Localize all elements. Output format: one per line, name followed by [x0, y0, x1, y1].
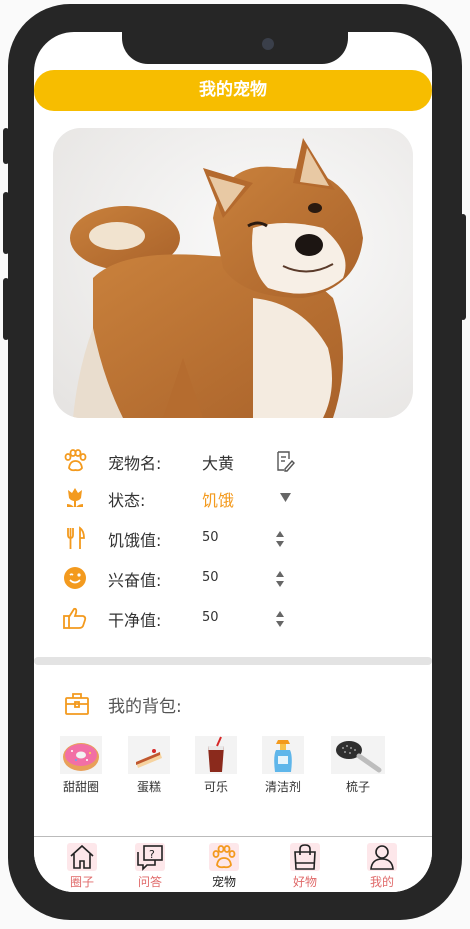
bag-item-label: 蛋糕: [136, 780, 161, 794]
home-icon: [70, 844, 94, 869]
shopping-bag-icon: [294, 844, 316, 870]
excite-row: 兴奋值: 50: [34, 563, 432, 593]
pet-name-label: 宠物名:: [108, 454, 162, 473]
status-label: 状态:: [108, 491, 146, 510]
bag-item-donut[interactable]: 甜甜圈: [51, 736, 111, 795]
page-title: 我的宠物: [34, 70, 432, 111]
status-value[interactable]: 饥饿: [202, 487, 234, 511]
status-row: 状态: 饥饿: [34, 483, 432, 513]
power-button: [460, 214, 466, 320]
bottom-tab-bar: 圈子 ? 问答 宠物 好物 我的: [34, 836, 432, 892]
paw-icon: [64, 449, 87, 472]
bag-item-label: 梳子: [345, 780, 370, 794]
spray-bottle-icon: [274, 740, 292, 772]
tab-label: 问答: [137, 875, 162, 889]
fork-knife-icon: [67, 526, 85, 549]
dropdown-arrow-icon[interactable]: [280, 493, 291, 502]
tab-mine[interactable]: 我的: [364, 843, 400, 890]
phone-notch: [122, 28, 348, 64]
mute-switch: [3, 128, 9, 164]
hunger-label: 饥饿值:: [108, 531, 162, 550]
thumbs-up-icon: [63, 607, 87, 629]
user-icon: [370, 845, 394, 870]
edit-icon[interactable]: [275, 450, 295, 472]
shiba-dog-image: [53, 128, 413, 418]
paw-icon: [212, 845, 236, 869]
tab-circle[interactable]: 圈子: [64, 843, 100, 890]
camera-icon: [262, 38, 274, 50]
qa-icon: ?: [137, 845, 163, 871]
bag-item-label: 可乐: [203, 780, 228, 794]
clean-stepper-icon[interactable]: [274, 610, 286, 628]
pet-photo: [53, 128, 413, 418]
tab-goods[interactable]: 好物: [287, 843, 323, 890]
tab-label: 宠物: [211, 875, 236, 889]
bag-item-cake[interactable]: 蛋糕: [119, 736, 179, 795]
wink-face-icon: [64, 567, 86, 589]
hunger-value-input[interactable]: 50: [202, 530, 219, 545]
clean-value-input[interactable]: 50: [202, 610, 219, 625]
comb-brush-icon: [336, 741, 382, 773]
cake-icon: [136, 749, 162, 768]
bag-item-label: 甜甜圈: [62, 780, 99, 794]
bag-item-cola[interactable]: 可乐: [186, 736, 246, 795]
bag-item-label: 清洁剂: [264, 780, 301, 794]
tab-label: 圈子: [69, 875, 94, 889]
svg-text:?: ?: [149, 848, 155, 861]
volume-up-button: [3, 192, 9, 254]
bag-title: 我的背包:: [108, 697, 182, 717]
pet-name-value: 大黄: [202, 454, 235, 473]
tab-label: 我的: [369, 875, 394, 889]
cola-icon: [208, 736, 224, 772]
tab-pet[interactable]: 宠物: [206, 843, 242, 890]
excite-value-input[interactable]: 50: [202, 570, 219, 585]
excite-stepper-icon[interactable]: [274, 570, 286, 588]
hunger-row: 饥饿值: 50: [34, 523, 432, 553]
tab-qa[interactable]: ? 问答: [132, 843, 168, 890]
tab-label: 好物: [292, 875, 317, 889]
excite-label: 兴奋值:: [108, 571, 162, 590]
clean-row: 干净值: 50: [34, 603, 432, 633]
pet-name-row: 宠物名: 大黄: [34, 446, 432, 476]
hunger-stepper-icon[interactable]: [274, 530, 286, 548]
tulip-icon: [67, 488, 83, 507]
app-screen: 我的 宠物 宠物名: 大黄 状态: 饥饿 饥饿值: 50 兴奋值: 50 干净值:…: [34, 32, 432, 892]
briefcase-icon: [65, 693, 89, 715]
clean-label: 干净值:: [108, 611, 162, 630]
section-divider: [34, 657, 432, 665]
bag-item-cleaner[interactable]: 清洁剂: [253, 736, 313, 795]
volume-down-button: [3, 278, 9, 340]
bag-item-comb[interactable]: 梳子: [328, 736, 388, 795]
donut-icon: [63, 743, 99, 771]
